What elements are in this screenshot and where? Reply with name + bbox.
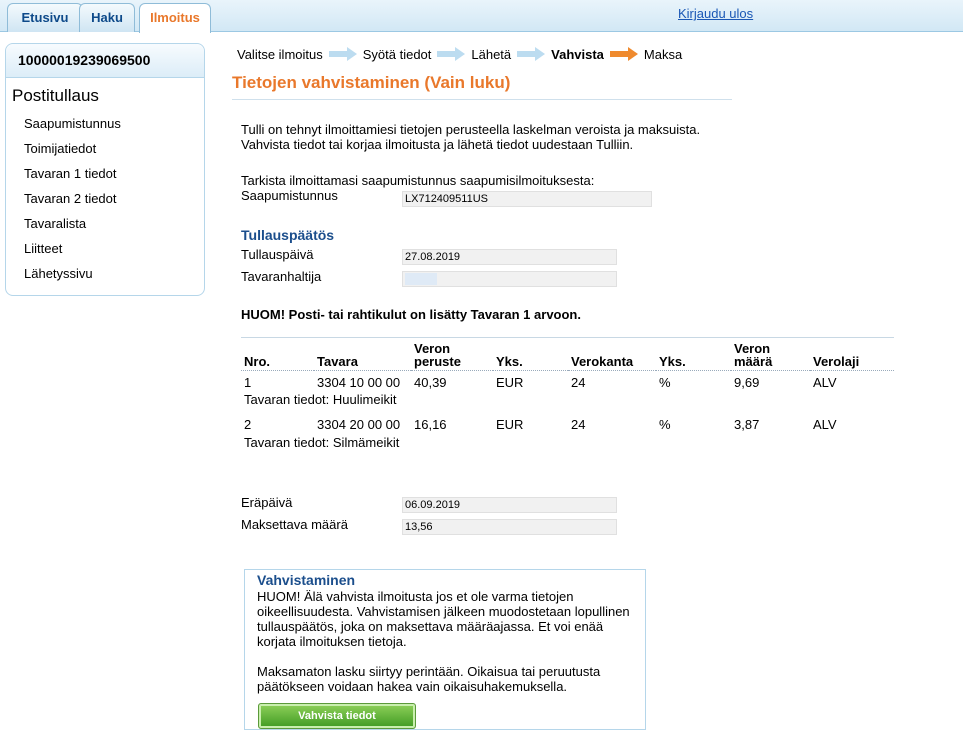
collection-line: päätökseen voidaan hakea vain oikaisuhak… — [257, 679, 568, 694]
col-veron-maara: Veron määrä — [731, 337, 810, 371]
cell-item-info: Tavaran tiedot: Silmämeikit — [244, 435, 400, 450]
intro-line-1: Tulli on tehnyt ilmoittamiesi tietojen p… — [241, 122, 701, 137]
col-yks: Yks. — [493, 337, 568, 371]
collection-line: Maksamaton lasku siirtyy perintään. Oika… — [257, 664, 601, 679]
cell-item-info: Tavaran tiedot: Huulimeikit — [244, 392, 397, 407]
sidebar-item-tavaralista[interactable]: Tavaralista — [6, 216, 204, 241]
logout-link[interactable]: Kirjaudu ulos — [678, 6, 753, 21]
warning-line: HUOM! Älä vahvista ilmoitusta jos et ole… — [257, 589, 574, 604]
sidebar-item-lahetyssivu[interactable]: Lähetyssivu — [6, 266, 204, 291]
decision-date-label: Tullauspäivä — [241, 247, 314, 262]
cell-nro: 2 — [244, 416, 252, 432]
table-header-row: Nro. Tavara Veron peruste Yks. Verokanta … — [241, 337, 894, 371]
sidebar-item-liitteet[interactable]: Liitteet — [6, 241, 204, 266]
table-row-info: Tavaran tiedot: Silmämeikit — [241, 433, 894, 452]
table-row: 1 3304 10 00 00 40,39 EUR 24 % 9,69 ALV — [241, 371, 894, 390]
cell-peruste: 40,39 — [414, 375, 447, 390]
cell-yks: EUR — [496, 416, 524, 432]
cell-yks-2: % — [659, 375, 671, 390]
decision-heading: Tullauspäätös — [241, 227, 335, 243]
page-title: Tietojen vahvistaminen (Vain luku) — [232, 73, 732, 100]
confirm-button[interactable]: Vahvista tiedot — [258, 703, 416, 729]
col-yks-2: Yks. — [656, 337, 731, 371]
tab-haku[interactable]: Haku — [79, 3, 135, 32]
sidebar-title: Postitullaus — [12, 86, 99, 105]
sidebar: 10000019239069500 Postitullaus Saapumist… — [5, 43, 205, 296]
cell-maara: 9,69 — [734, 375, 760, 390]
step-maksa: Maksa — [643, 46, 683, 62]
sidebar-item-saapumistunnus[interactable]: Saapumistunnus — [6, 116, 204, 141]
top-bar: Etusivu Haku Ilmoitus Kirjaudu ulos — [0, 0, 963, 33]
confirmation-heading: Vahvistaminen — [257, 572, 356, 588]
confirmation-panel: Vahvistaminen HUOM! Älä vahvista ilmoitu… — [244, 569, 646, 730]
sidebar-item-tavaran-1-tiedot[interactable]: Tavaran 1 tiedot — [6, 166, 204, 191]
arrow-right-active-icon — [609, 47, 638, 61]
decision-date-field: 27.08.2019 — [402, 249, 617, 265]
col-nro: Nro. — [241, 337, 314, 371]
arrow-right-icon — [437, 47, 466, 61]
due-date-label: Eräpäivä — [241, 495, 293, 510]
tab-etusivu[interactable]: Etusivu — [7, 3, 83, 32]
cell-peruste: 16,16 — [414, 416, 447, 432]
holder-label: Tavaranhaltija — [241, 269, 322, 284]
cell-maara: 3,87 — [734, 416, 760, 432]
warning-line: tullauspäätös, joka on maksettava määräa… — [257, 619, 604, 634]
col-verokanta: Verokanta — [568, 337, 656, 371]
postage-note: HUOM! Posti- tai rahtikulut on lisätty T… — [241, 307, 581, 322]
tax-table: Nro. Tavara Veron peruste Yks. Verokanta … — [241, 337, 894, 452]
tab-ilmoitus[interactable]: Ilmoitus — [139, 3, 211, 33]
declaration-id: 10000019239069500 — [6, 44, 204, 78]
arrival-label: Saapumistunnus — [241, 188, 338, 203]
check-instruction: Tarkista ilmoittamasi saapumistunnus saa… — [241, 173, 595, 188]
sidebar-item-tavaran-2-tiedot[interactable]: Tavaran 2 tiedot — [6, 191, 204, 216]
arrow-right-icon — [517, 47, 546, 61]
due-date-field: 06.09.2019 — [402, 497, 617, 513]
cell-verokanta: 24 — [571, 375, 586, 390]
warning-line: korjata ilmoituksen tietoja. — [257, 634, 407, 649]
amount-label: Maksettava määrä — [241, 517, 348, 532]
step-laheta: Lähetä — [471, 46, 512, 62]
intro-line-2: Vahvista tiedot tai korjaa ilmoitusta ja… — [241, 137, 634, 152]
holder-value — [405, 273, 437, 285]
holder-field — [402, 271, 617, 287]
cell-tavara: 3304 20 00 00 — [317, 416, 401, 432]
step-syota-tiedot: Syötä tiedot — [362, 46, 432, 62]
intro-text: Tulli on tehnyt ilmoittamiesi tietojen p… — [241, 122, 741, 152]
cell-nro: 1 — [244, 375, 252, 390]
sidebar-item-toimijatiedot[interactable]: Toimijatiedot — [6, 141, 204, 166]
warning-line: oikeellisuudesta. Vahvistamisen jälkeen … — [257, 604, 630, 619]
table-row-info: Tavaran tiedot: Huulimeikit — [241, 390, 894, 409]
arrival-id-field: LX712409511US — [402, 191, 652, 207]
cell-verokanta: 24 — [571, 416, 586, 432]
step-valitse-ilmoitus: Valitse ilmoitus — [237, 46, 323, 62]
cell-verolaji: ALV — [813, 375, 837, 390]
sidebar-nav: Saapumistunnus Toimijatiedot Tavaran 1 t… — [6, 116, 204, 291]
amount-field: 13,56 — [402, 519, 617, 535]
table-row: 2 3304 20 00 00 16,16 EUR 24 % 3,87 ALV — [241, 409, 894, 433]
arrow-right-icon — [328, 47, 357, 61]
progress-steps: Valitse ilmoitus Syötä tiedot Lähetä Vah… — [237, 46, 682, 62]
cell-tavara: 3304 10 00 00 — [317, 375, 401, 390]
cell-verolaji: ALV — [813, 416, 837, 432]
cell-yks-2: % — [659, 416, 671, 432]
col-tavara: Tavara — [314, 337, 411, 371]
cell-yks: EUR — [496, 375, 524, 390]
col-verolaji: Verolaji — [810, 337, 894, 371]
step-vahvista: Vahvista — [551, 46, 604, 62]
col-veron-peruste: Veron peruste — [411, 337, 493, 371]
